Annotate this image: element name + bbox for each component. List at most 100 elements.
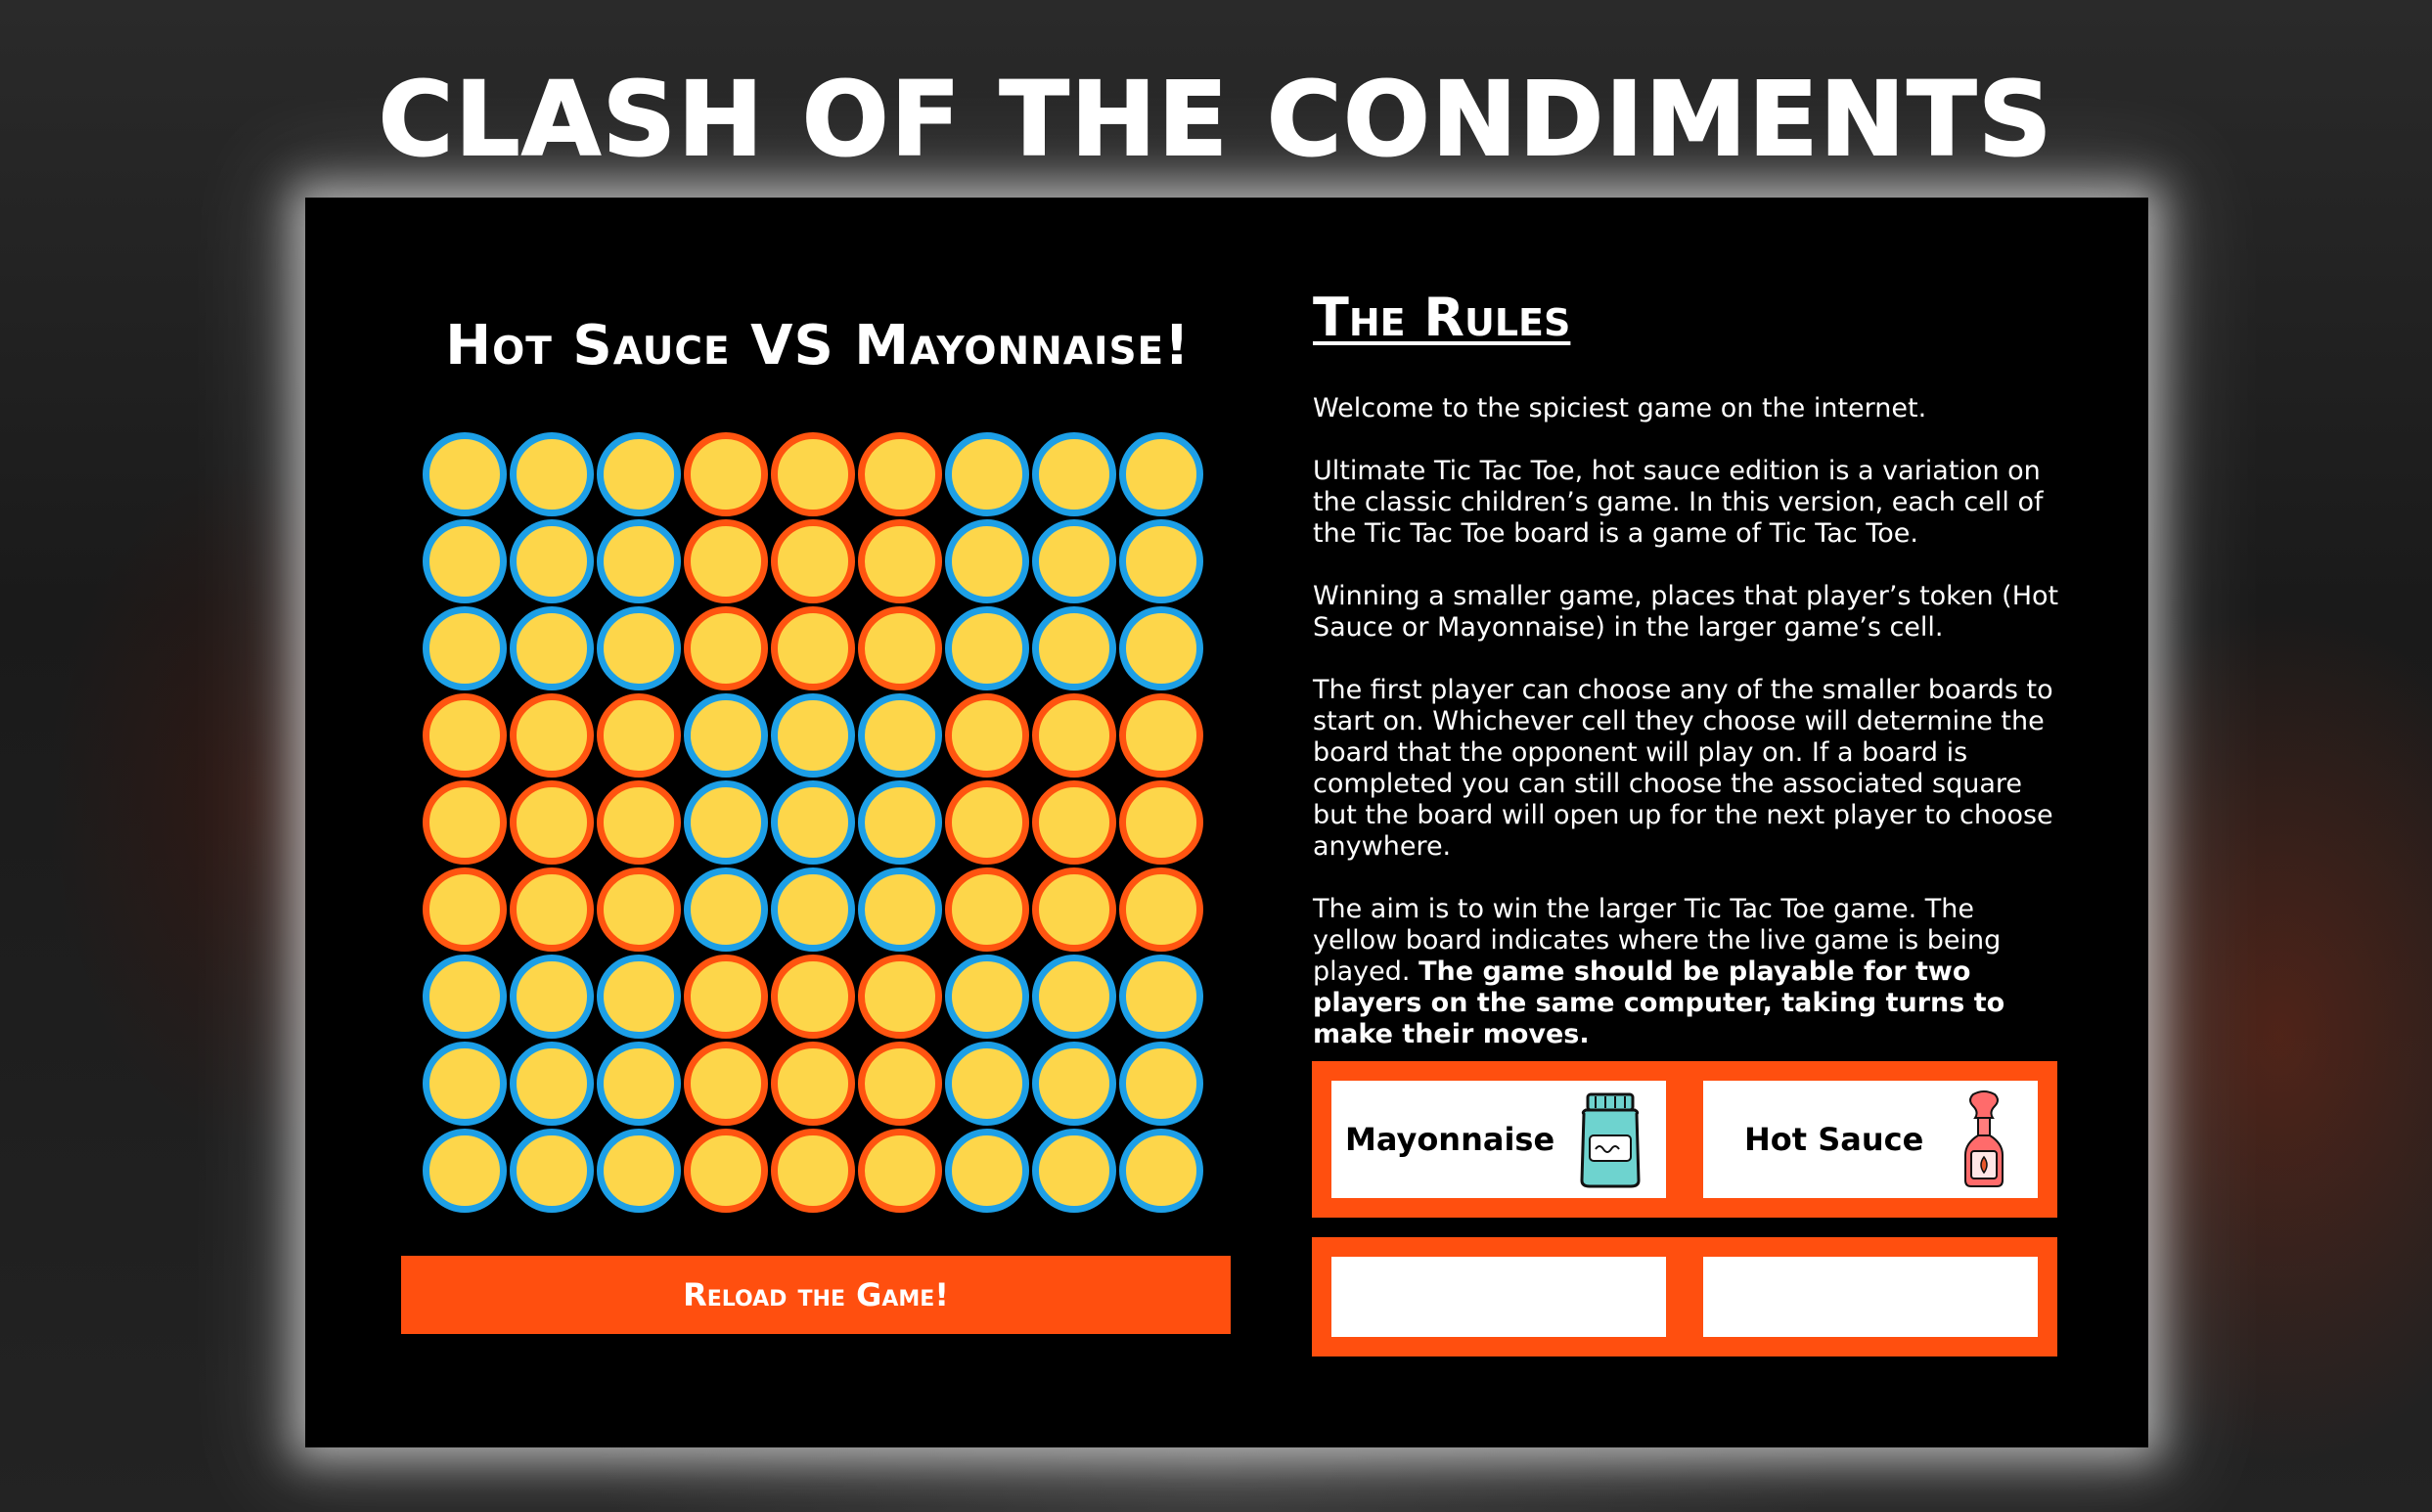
rules-paragraph: Ultimate Tic Tac Toe, hot sauce edition …	[1313, 456, 2044, 549]
board-cell[interactable]	[945, 519, 1029, 603]
board-cell[interactable]	[597, 693, 681, 778]
board-cell[interactable]	[423, 606, 507, 690]
game-heading: Hot Sauce VS Mayonnaise!	[445, 314, 1191, 378]
board-cell[interactable]	[510, 955, 594, 1039]
board-cell[interactable]	[510, 519, 594, 603]
board-cell[interactable]	[510, 693, 594, 778]
board-cell[interactable]	[1119, 1129, 1203, 1213]
board-cell[interactable]	[771, 432, 855, 516]
board-cell[interactable]	[771, 1129, 855, 1213]
board-cell[interactable]	[945, 1042, 1029, 1126]
board-cell[interactable]	[858, 432, 942, 516]
board-cell[interactable]	[945, 1129, 1029, 1213]
board-cell[interactable]	[858, 519, 942, 603]
board-cell[interactable]	[597, 1042, 681, 1126]
board-cell[interactable]	[423, 432, 507, 516]
reload-game-button[interactable]: Reload the Game!	[401, 1256, 1231, 1334]
mayonnaise-jar-icon	[1580, 1092, 1641, 1188]
board-cell[interactable]	[597, 780, 681, 865]
board-cell[interactable]	[1032, 780, 1116, 865]
board-cell[interactable]	[684, 519, 768, 603]
board-cell[interactable]	[1119, 519, 1203, 603]
board-cell[interactable]	[771, 1042, 855, 1126]
board-cell[interactable]	[597, 606, 681, 690]
board-cell[interactable]	[1119, 780, 1203, 865]
board-cell[interactable]	[597, 432, 681, 516]
hot-sauce-score-box	[1703, 1257, 2038, 1337]
board-cell[interactable]	[423, 1129, 507, 1213]
board-cell[interactable]	[510, 432, 594, 516]
board-cell[interactable]	[597, 1129, 681, 1213]
board-cell[interactable]	[945, 693, 1029, 778]
players-row: Mayonnaise Hot Sauce	[1312, 1061, 2057, 1218]
board-cell[interactable]	[945, 606, 1029, 690]
board-cell[interactable]	[858, 955, 942, 1039]
rules-text: Welcome to the spiciest game on the inte…	[1313, 393, 2066, 1082]
board-cell[interactable]	[1032, 1042, 1116, 1126]
board-cell[interactable]	[1032, 1129, 1116, 1213]
board-cell[interactable]	[771, 606, 855, 690]
board-cell[interactable]	[597, 955, 681, 1039]
board-cell[interactable]	[858, 606, 942, 690]
board-cell[interactable]	[945, 432, 1029, 516]
board-cell[interactable]	[684, 432, 768, 516]
board-cell[interactable]	[1032, 519, 1116, 603]
board-cell[interactable]	[1119, 432, 1203, 516]
board-cell[interactable]	[510, 780, 594, 865]
board-cell[interactable]	[423, 780, 507, 865]
scores-row	[1312, 1237, 2057, 1356]
board-cell[interactable]	[423, 955, 507, 1039]
board-cell[interactable]	[423, 1042, 507, 1126]
board-cell[interactable]	[597, 867, 681, 952]
board-cell[interactable]	[945, 867, 1029, 952]
board-cell[interactable]	[684, 1042, 768, 1126]
board-cell[interactable]	[771, 780, 855, 865]
board-cell[interactable]	[945, 955, 1029, 1039]
board-cell[interactable]	[684, 955, 768, 1039]
board-cell[interactable]	[771, 867, 855, 952]
board-cell[interactable]	[771, 955, 855, 1039]
board-cell[interactable]	[684, 606, 768, 690]
board-cell[interactable]	[684, 1129, 768, 1213]
rules-paragraph: Welcome to the spiciest game on the inte…	[1313, 393, 1927, 423]
board-cell[interactable]	[684, 693, 768, 778]
board-cell[interactable]	[858, 780, 942, 865]
board-cell[interactable]	[771, 693, 855, 778]
board-cell[interactable]	[1119, 606, 1203, 690]
mayonnaise-score-box	[1331, 1257, 1666, 1337]
rules-paragraph: The aim is to win the larger Tic Tac Toe…	[1313, 894, 2066, 1050]
board-cell[interactable]	[1032, 606, 1116, 690]
player-mayonnaise-card: Mayonnaise	[1331, 1081, 1666, 1198]
board-cell[interactable]	[510, 867, 594, 952]
board-cell[interactable]	[1119, 1042, 1203, 1126]
page-title: CLASH OF THE CONDIMENTS	[378, 60, 2054, 179]
board-cell[interactable]	[684, 780, 768, 865]
board-cell[interactable]	[858, 693, 942, 778]
board-cell[interactable]	[1119, 955, 1203, 1039]
board-cell[interactable]	[858, 867, 942, 952]
board-cell[interactable]	[423, 867, 507, 952]
board-cell[interactable]	[597, 519, 681, 603]
board-cell[interactable]	[510, 606, 594, 690]
rules-paragraph: The first player can choose any of the s…	[1313, 675, 2053, 862]
rules-heading: The Rules	[1313, 287, 1571, 348]
hot-sauce-bottle-icon	[1964, 1090, 2004, 1187]
game-board	[423, 432, 1209, 1219]
board-cell[interactable]	[510, 1129, 594, 1213]
board-cell[interactable]	[1119, 867, 1203, 952]
board-cell[interactable]	[771, 519, 855, 603]
game-panel: Hot Sauce VS Mayonnaise! Reload the Game…	[305, 198, 2148, 1447]
board-cell[interactable]	[1119, 693, 1203, 778]
board-cell[interactable]	[1032, 693, 1116, 778]
board-cell[interactable]	[1032, 432, 1116, 516]
board-cell[interactable]	[858, 1129, 942, 1213]
board-cell[interactable]	[858, 1042, 942, 1126]
player-hot-sauce-card: Hot Sauce	[1703, 1081, 2038, 1198]
board-cell[interactable]	[945, 780, 1029, 865]
board-cell[interactable]	[423, 693, 507, 778]
board-cell[interactable]	[1032, 955, 1116, 1039]
board-cell[interactable]	[684, 867, 768, 952]
board-cell[interactable]	[510, 1042, 594, 1126]
board-cell[interactable]	[1032, 867, 1116, 952]
board-cell[interactable]	[423, 519, 507, 603]
